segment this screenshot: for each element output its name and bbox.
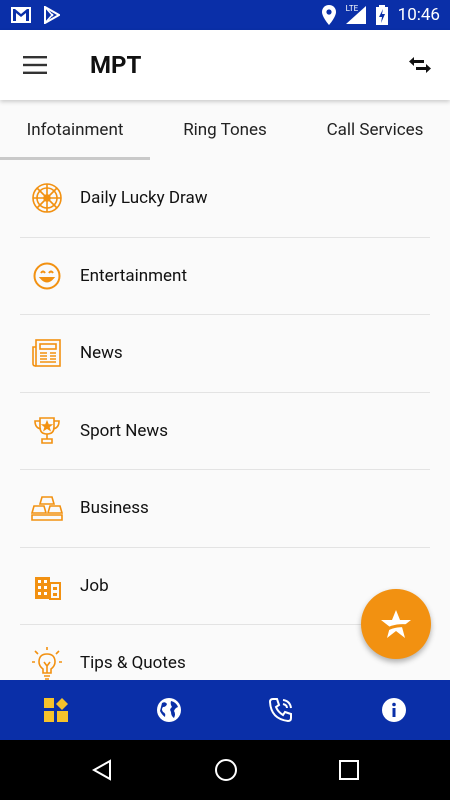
list-item-label: Tips & Quotes — [80, 653, 186, 674]
swap-arrows-icon — [409, 57, 431, 73]
lucky-wheel-icon — [22, 178, 72, 218]
nav-dashboard[interactable] — [0, 680, 113, 740]
location-icon — [321, 5, 336, 25]
tab-infotainment[interactable]: Infotainment — [0, 100, 150, 160]
play-store-icon — [44, 6, 60, 24]
newspaper-icon — [22, 333, 72, 373]
status-bar: LTE 10:46 — [0, 0, 450, 30]
tab-ring-tones[interactable]: Ring Tones — [150, 100, 300, 160]
tab-bar: Infotainment Ring Tones Call Services — [0, 100, 450, 160]
gold-bars-icon — [22, 488, 72, 528]
bottom-navigation — [0, 680, 450, 740]
notification-icons — [10, 6, 60, 24]
gmail-icon — [11, 7, 31, 23]
dashboard-icon — [44, 698, 69, 722]
lightbulb-icon — [22, 643, 72, 680]
network-type-label: LTE — [345, 4, 359, 13]
list-item-label: News — [80, 343, 123, 364]
list-item-business[interactable]: Business — [20, 470, 430, 548]
clock: 10:46 — [397, 5, 440, 25]
system-status: LTE 10:46 — [321, 4, 440, 25]
list-item-sport-news[interactable]: Sport News — [20, 393, 430, 470]
back-icon[interactable] — [90, 758, 114, 782]
nav-globe[interactable] — [113, 680, 226, 740]
tab-call-services[interactable]: Call Services — [300, 100, 450, 160]
recents-icon[interactable] — [338, 759, 360, 781]
list-item-label: Sport News — [80, 420, 168, 441]
app-title: MPT — [90, 51, 142, 79]
list-item-label: Entertainment — [80, 265, 188, 286]
list-item-news[interactable]: News — [20, 315, 430, 393]
hamburger-menu-icon — [23, 56, 47, 74]
nav-call[interactable] — [225, 680, 338, 740]
list-item-label: Daily Lucky Draw — [80, 188, 208, 209]
swap-button[interactable] — [390, 30, 450, 100]
office-building-icon — [22, 566, 72, 606]
list-item-label: Business — [80, 498, 149, 519]
home-icon[interactable] — [213, 757, 239, 783]
smiley-icon — [22, 256, 72, 296]
battery-icon — [375, 5, 388, 25]
globe-icon — [156, 698, 181, 722]
phone-call-icon — [269, 698, 293, 723]
list-item-daily-lucky-draw[interactable]: Daily Lucky Draw — [20, 160, 430, 238]
system-navigation-bar — [0, 740, 450, 800]
list-item-entertainment[interactable]: Entertainment — [20, 238, 430, 315]
star-icon — [381, 610, 411, 638]
list-item-label: Job — [80, 575, 109, 596]
info-icon — [381, 698, 406, 722]
menu-button[interactable] — [0, 30, 70, 100]
app-bar: MPT — [0, 30, 450, 100]
trophy-icon — [22, 411, 72, 451]
favorites-fab[interactable] — [361, 589, 431, 659]
nav-info[interactable] — [338, 680, 450, 740]
